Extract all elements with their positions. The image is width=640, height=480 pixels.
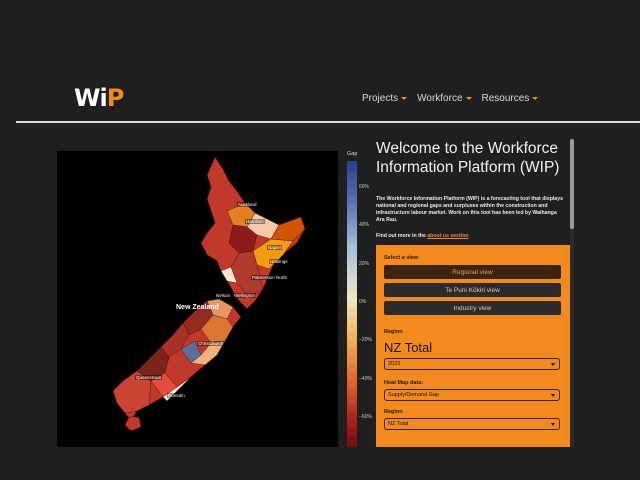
industry-view-button[interactable]: Industry view bbox=[384, 301, 561, 315]
legend-tick: −40% bbox=[359, 376, 372, 382]
intro-description: The Workforce Information Platform (WIP)… bbox=[376, 196, 563, 223]
header-divider bbox=[16, 121, 640, 123]
controls-panel: Select a view Regional view Te Puni Kōki… bbox=[376, 245, 571, 447]
nav-resources-label: Resources bbox=[481, 93, 530, 104]
heatmap-select-value: Supply/Demand Gap bbox=[388, 392, 440, 398]
te-puni-kokiri-view-button[interactable]: Te Puni Kōkiri view bbox=[384, 283, 561, 297]
nz-map-svg[interactable] bbox=[57, 151, 338, 447]
region2-label: Region bbox=[384, 409, 403, 415]
find-out-more: Find out more in the about us section bbox=[376, 233, 469, 239]
heatmap-data-select[interactable]: Supply/Demand Gap bbox=[384, 389, 560, 401]
select-view-label: Select a view bbox=[384, 255, 419, 261]
nav-workforce-label: Workforce bbox=[417, 93, 463, 104]
heatmap-data-label: Heat Map data: bbox=[384, 380, 424, 386]
logo-p-text: P bbox=[106, 84, 125, 112]
year-select-value: 2023 bbox=[388, 361, 401, 367]
nav-workforce[interactable]: Workforce bbox=[417, 93, 472, 104]
chevron-down-icon bbox=[532, 97, 539, 100]
chevron-down-icon bbox=[551, 363, 555, 366]
about-us-link[interactable]: about us section bbox=[427, 233, 468, 239]
legend-tick: 40% bbox=[359, 222, 370, 228]
map-label-christchurch: Christchurch bbox=[197, 341, 225, 346]
chevron-down-icon bbox=[551, 394, 555, 397]
map-label-nelson: Nelson bbox=[215, 293, 232, 298]
legend-tick: 20% bbox=[359, 261, 370, 267]
regional-view-button[interactable]: Regional view bbox=[384, 265, 561, 279]
map-label-wellington: Wellington bbox=[233, 293, 256, 298]
map-label-palmerston-north: Palmerston North bbox=[251, 275, 289, 280]
page-title: Welcome to the Workforce Information Pla… bbox=[376, 140, 560, 176]
chevron-down-icon bbox=[465, 97, 472, 100]
map-label-auckland: Auckland bbox=[237, 202, 258, 207]
find-out-prefix: Find out more in the bbox=[376, 233, 426, 239]
nav-projects-label: Projects bbox=[362, 93, 399, 104]
map-label-new-zealand: New Zealand bbox=[176, 304, 219, 311]
legend-color-bar bbox=[347, 161, 357, 447]
map-label-dunedin: Dunedin bbox=[167, 393, 186, 398]
wip-logo[interactable]: WiP bbox=[74, 84, 125, 112]
region-select-value: NZ Total bbox=[388, 421, 409, 427]
info-scrollbar-thumb[interactable] bbox=[570, 139, 574, 229]
logo-wi-text: Wi bbox=[74, 84, 108, 112]
legend-title: Gap bbox=[347, 151, 358, 157]
map-label-napier: Napier bbox=[267, 245, 283, 250]
main-nav: Projects Workforce Resources bbox=[362, 93, 539, 104]
chevron-down-icon bbox=[551, 423, 555, 426]
legend-tick: 0% bbox=[359, 299, 367, 305]
nav-resources[interactable]: Resources bbox=[482, 93, 539, 104]
legend-tick: −20% bbox=[359, 337, 372, 343]
stewart-island-shape[interactable] bbox=[124, 416, 142, 432]
region-label: Region bbox=[384, 329, 403, 335]
region-title: NZ Total bbox=[384, 340, 433, 355]
chevron-down-icon bbox=[401, 97, 408, 100]
legend-tick: 60% bbox=[359, 184, 370, 190]
nz-heat-map[interactable]: Auckland Hamilton Napier Hastings Palmer… bbox=[57, 151, 338, 447]
map-label-queenstown: Queenstown bbox=[135, 375, 163, 380]
region-select[interactable]: NZ Total bbox=[384, 418, 560, 430]
info-panel[interactable]: Welcome to the Workforce Information Pla… bbox=[376, 139, 571, 447]
map-label-hastings: Hastings bbox=[269, 259, 289, 264]
year-select[interactable]: 2023 bbox=[384, 358, 560, 370]
nav-projects[interactable]: Projects bbox=[362, 93, 408, 104]
map-label-hamilton: Hamilton bbox=[245, 219, 265, 224]
legend-tick: −60% bbox=[359, 414, 372, 420]
gap-color-legend: Gap 60% 40% 20% 0% −20% −40% −60% bbox=[344, 151, 372, 447]
